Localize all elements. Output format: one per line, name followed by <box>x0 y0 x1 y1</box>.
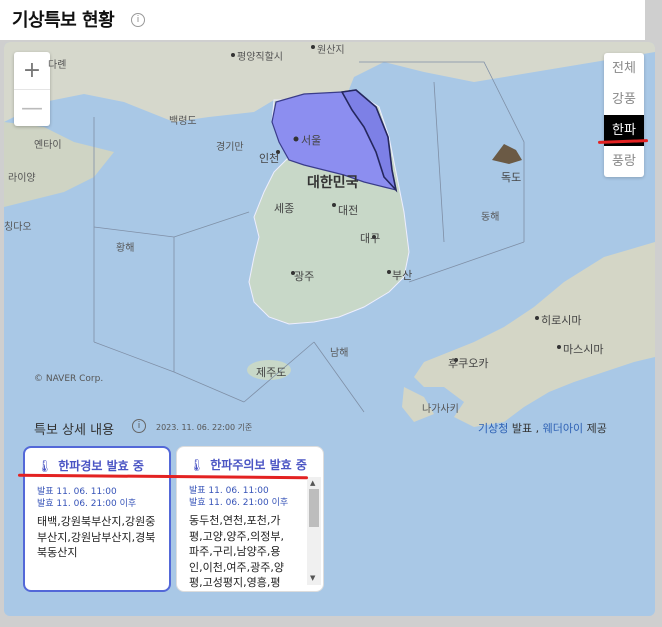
credit-announce: 발표 , <box>508 422 543 435</box>
card-regions: 태백,강원북부산지,강원중부산지,강원남부산지,경북북동산지 <box>37 515 156 559</box>
filter-all[interactable]: 전체 <box>604 53 644 84</box>
label-baengnyeong: 백령도 <box>169 116 197 127</box>
label-dalian: 다롄 <box>48 60 67 71</box>
scroll-up-icon[interactable]: ▲ <box>310 479 315 487</box>
card-title-text: 한파경보 발효 중 <box>58 459 144 473</box>
credit-provide: 제공 <box>583 422 607 435</box>
page-title: 기상특보 현황 <box>12 10 115 31</box>
zoom-in-button[interactable]: + <box>14 52 50 89</box>
label-korea: 대한민국 <box>307 175 359 191</box>
label-yantai: 옌타이 <box>34 140 62 151</box>
label-fukuoka: 후쿠오카 <box>448 357 489 370</box>
detail-title: 특보 상세 내용 <box>34 423 115 438</box>
dokdo-island <box>492 144 522 164</box>
label-incheon: 인천 <box>259 152 280 165</box>
label-wonsan: 원산지 <box>317 45 345 56</box>
label-seoul: 서울 <box>301 134 322 147</box>
label-jeju: 제주도 <box>256 366 287 379</box>
card-scrollbar[interactable]: ▲ ▼ <box>307 477 321 585</box>
label-south-sea: 남해 <box>330 348 349 359</box>
scroll-down-icon[interactable]: ▼ <box>310 574 315 582</box>
filter-wind[interactable]: 강풍 <box>604 84 644 115</box>
label-sejong: 세종 <box>274 202 295 215</box>
land-shandong <box>4 122 114 207</box>
label-hiroshima: 히로시마 <box>541 314 582 327</box>
card-title: 🌡 한파경보 발효 중 <box>37 457 144 474</box>
data-credit: 기상청 발표 , 웨더아이 제공 <box>478 420 607 436</box>
thermometer-icon: 🌡 <box>189 458 205 472</box>
detail-date: 2023. 11. 06. 22:00 기준 <box>156 423 253 432</box>
label-qingdao: 칭다오 <box>4 222 32 233</box>
alert-type-filter: 전체 강풍 한파 풍랑 <box>604 53 644 177</box>
scroll-thumb[interactable] <box>309 489 319 527</box>
label-daejeon: 대전 <box>338 204 359 217</box>
label-laiyang: 라이양 <box>8 173 36 184</box>
label-busan: 부산 <box>392 269 413 282</box>
label-gwangju: 광주 <box>294 270 315 283</box>
thermometer-icon: 🌡 <box>37 459 53 473</box>
credit-partner[interactable]: 웨더아이 <box>543 422 583 435</box>
label-dokdo: 독도 <box>501 171 522 184</box>
label-pyongyang: 평양직할시 <box>237 52 283 63</box>
label-daegu: 대구 <box>360 232 381 245</box>
alert-card-advisory[interactable]: 🌡 한파주의보 발효 중 발표 11. 06. 11:00 발효 11. 06. … <box>176 446 324 592</box>
card-effective: 발효 11. 06. 21:00 이후 <box>37 499 137 509</box>
header: 기상특보 현황 i <box>0 0 645 40</box>
label-nagasaki: 나가사키 <box>422 404 459 415</box>
zoom-out-button[interactable]: — <box>14 89 50 127</box>
detail-info-icon[interactable]: i <box>132 419 146 433</box>
weather-map[interactable]: + — 전체 강풍 한파 풍랑 평양직할시 원산지 다롄 백령도 옌타이 라이양… <box>4 42 655 616</box>
card-effective: 발효 11. 06. 21:00 이후 <box>189 498 289 508</box>
filter-waves[interactable]: 풍랑 <box>604 146 644 177</box>
label-gyeonggi-bay: 경기만 <box>216 142 244 153</box>
alert-card-warning[interactable]: 🌡 한파경보 발효 중 발표 11. 06. 11:00 발효 11. 06. 2… <box>23 446 171 592</box>
credit-org[interactable]: 기상청 <box>478 422 508 435</box>
label-yellow-sea: 황해 <box>116 243 135 254</box>
map-copyright: © NAVER Corp. <box>34 374 104 384</box>
label-east-sea: 동해 <box>481 212 500 223</box>
info-icon[interactable]: i <box>131 13 145 27</box>
label-matsushima: 마스시마 <box>563 343 604 356</box>
card-title: 🌡 한파주의보 발효 중 <box>189 456 307 473</box>
card-title-text: 한파주의보 발효 중 <box>210 458 307 472</box>
zoom-control: + — <box>14 52 50 126</box>
card-regions: 동두천,연천,포천,가평,고양,양주,의정부,파주,구리,남양주,용인,이천,여… <box>189 514 284 589</box>
